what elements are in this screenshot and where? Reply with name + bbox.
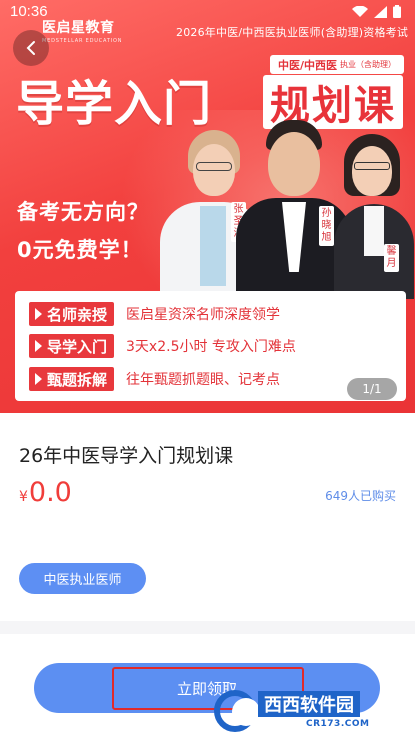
category-tag[interactable]: 中医执业医师: [19, 563, 146, 594]
feature-text-1: 医启星资深名师深度领学: [126, 307, 281, 323]
course-info-card: 26年中医导学入门规划课 ¥ 0.0 649人已购买 中医执业医师: [0, 413, 415, 621]
feature-text-3: 往年甄题抓题眼、记考点: [126, 372, 281, 388]
major-chip-label: 中医/中西医: [278, 58, 338, 72]
price-currency: ¥: [19, 489, 28, 505]
signal-icon: [374, 5, 387, 18]
wifi-icon: [352, 5, 368, 17]
teacher-name-2: 孙晓旭: [319, 206, 334, 246]
battery-icon: [393, 5, 401, 18]
course-price: ¥ 0.0: [19, 477, 72, 508]
banner-pager: 1/1: [347, 378, 397, 400]
major-chip-sub: 执业（含助理）: [340, 60, 397, 69]
course-title: 26年中医导学入门规划课: [19, 445, 234, 467]
banner-headline: 导学入门: [16, 76, 213, 132]
feature-tag-3: 甄题拆解: [29, 367, 115, 391]
feature-row-1: 名师亲授 医启星资深名师深度领学: [29, 302, 280, 326]
exam-title: 2026年中医/中西医执业医师(含助理)资格考试: [176, 26, 409, 39]
status-icons: [352, 5, 401, 18]
teacher-photo-3: [334, 134, 414, 299]
watermark-url: CR173.COM: [306, 719, 370, 729]
site-watermark: 西西软件园 CR173.COM: [214, 688, 412, 734]
major-chip: 中医/中西医 执业（含助理）: [270, 55, 405, 74]
feature-tag-2: 导学入门: [29, 334, 115, 358]
play-triangle-icon: [35, 373, 42, 385]
chevron-left-icon: [26, 41, 35, 55]
slogan-line-2: 0元免费学！: [17, 238, 143, 262]
back-button[interactable]: [13, 30, 49, 66]
slogan-line-1: 备考无方向？: [17, 200, 149, 224]
brand-name: 医启星教育: [42, 20, 115, 36]
feature-row-3: 甄题拆解 往年甄题抓题眼、记考点: [29, 367, 280, 391]
play-triangle-icon: [35, 340, 42, 352]
feature-tag-label: 甄题拆解: [47, 370, 108, 389]
play-triangle-icon: [35, 308, 42, 320]
feature-tag-label: 名师亲授: [47, 305, 108, 324]
teacher-name-3: 馨月: [384, 244, 399, 272]
brand-subtitle: MEDSTELLAR EDUCATION: [42, 38, 123, 44]
feature-row-2: 导学入门 3天x2.5小时 专攻入门难点: [29, 334, 296, 358]
course-banner: 10:36 医启星教育 MEDSTELLAR EDUCATION 2026年中医…: [0, 0, 415, 413]
buyer-count: 649人已购买: [325, 489, 396, 503]
price-value: 0.0: [28, 477, 72, 508]
feature-tag-1: 名师亲授: [29, 302, 115, 326]
watermark-logo-icon: [214, 690, 260, 732]
feature-tag-label: 导学入门: [47, 337, 108, 356]
feature-text-2: 3天x2.5小时 专攻入门难点: [126, 339, 296, 355]
watermark-text: 西西软件园: [258, 691, 360, 717]
brand-logo: 医启星教育 MEDSTELLAR EDUCATION: [42, 17, 122, 44]
